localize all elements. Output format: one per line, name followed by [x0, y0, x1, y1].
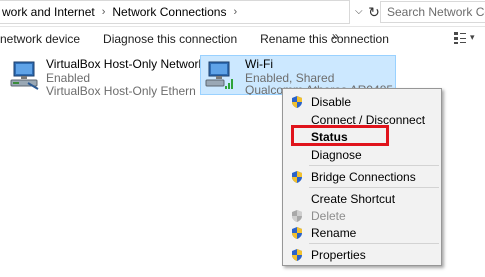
breadcrumb-network-internet[interactable]: work and Internet	[0, 5, 97, 19]
rename-connection-button[interactable]: Rename this connection	[260, 32, 389, 46]
menu-item-disable[interactable]: Disable	[283, 93, 441, 111]
connection-status: Enabled	[46, 71, 91, 85]
menu-item-label: Properties	[311, 248, 366, 262]
breadcrumb-separator-icon: ›	[101, 6, 106, 18]
menu-item-delete: Delete	[283, 207, 441, 225]
address-bar: work and Internet › Network Connections …	[0, 0, 485, 27]
menu-item-properties[interactable]: Properties	[283, 246, 441, 264]
uac-shield-icon	[292, 249, 302, 261]
menu-item-label: Create Shortcut	[311, 192, 396, 206]
menu-item-label: Bridge Connections	[311, 170, 416, 184]
breadcrumb-network-connections[interactable]: Network Connections	[110, 5, 228, 19]
view-dropdown-icon[interactable]: ▾	[470, 32, 475, 43]
more-commands-button[interactable]: »	[332, 29, 339, 43]
wifi-adapter-icon	[205, 61, 233, 89]
menu-item-label: Diagnose	[311, 148, 362, 162]
connection-name: Wi-Fi	[245, 57, 273, 71]
menu-item-label: Delete	[311, 209, 346, 223]
connection-name: VirtualBox Host-Only Network	[46, 57, 205, 71]
context-menu: Disable Connect / Disconnect Status Diag…	[282, 88, 442, 266]
change-view-icon[interactable]	[453, 31, 467, 45]
menu-item-create-shortcut[interactable]: Create Shortcut	[283, 190, 441, 208]
search-input[interactable]: Search Network Connections	[380, 1, 485, 23]
network-adapter-icon	[10, 61, 39, 90]
menu-item-label: Disable	[311, 95, 352, 109]
menu-item-label: Rename	[311, 226, 357, 240]
uac-shield-icon	[292, 210, 302, 222]
connection-item-virtualbox[interactable]: VirtualBox Host-Only Network Enabled Vir…	[4, 55, 205, 98]
menu-item-diagnose[interactable]: Diagnose	[283, 146, 441, 164]
diagnose-connection-button[interactable]: Diagnose this connection	[103, 32, 237, 46]
command-bar: network device Diagnose this connection …	[0, 26, 485, 52]
menu-item-rename[interactable]: Rename	[283, 224, 441, 242]
breadcrumb-separator-icon: ›	[233, 6, 238, 18]
menu-item-bridge-connections[interactable]: Bridge Connections	[283, 168, 441, 186]
uac-shield-icon	[292, 96, 302, 108]
breadcrumb[interactable]: work and Internet › Network Connections …	[0, 0, 350, 24]
uac-shield-icon	[292, 171, 302, 183]
address-dropdown-icon[interactable]: ⌵	[355, 6, 363, 17]
connection-device: VirtualBox Host-Only Ethernet Ad...	[46, 84, 196, 98]
disable-network-device-button[interactable]: network device	[0, 32, 80, 46]
uac-shield-icon	[292, 227, 302, 239]
menu-separator	[309, 187, 439, 188]
menu-separator	[309, 243, 439, 244]
status-highlight-box	[291, 125, 389, 146]
menu-separator	[309, 165, 439, 166]
